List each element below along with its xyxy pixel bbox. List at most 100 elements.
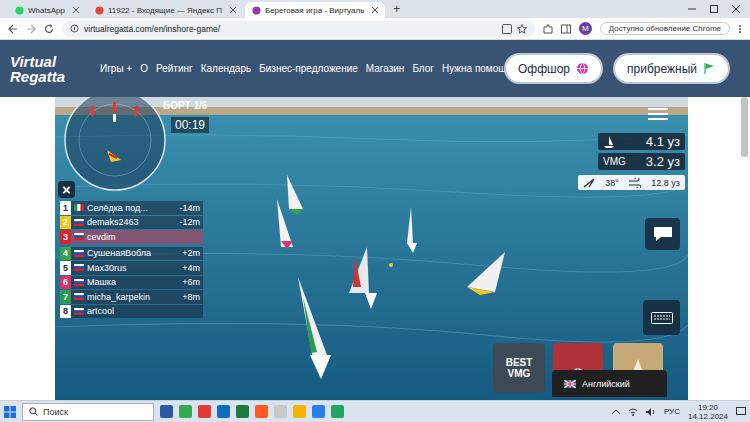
taskbar: Поиск РУС 19:2014.12.2024 bbox=[0, 400, 750, 422]
best-vmg-button[interactable]: BEST VMG bbox=[493, 343, 545, 393]
nav-item[interactable]: Игры + bbox=[100, 63, 132, 74]
taskbar-app-icon[interactable] bbox=[217, 405, 230, 418]
window-controls bbox=[688, 5, 750, 13]
vmg-readout: VMG3.2 уз bbox=[598, 153, 685, 170]
taskbar-app-icon[interactable] bbox=[331, 405, 344, 418]
close-icon[interactable] bbox=[73, 7, 79, 13]
close-icon[interactable] bbox=[372, 7, 378, 13]
maximize-icon[interactable] bbox=[710, 5, 718, 13]
russia-flag-icon bbox=[74, 293, 84, 300]
taskbar-app-icon[interactable] bbox=[198, 405, 211, 418]
close-leaderboard-button[interactable]: × bbox=[58, 181, 75, 198]
wifi-icon[interactable] bbox=[628, 408, 638, 416]
forward-icon[interactable] bbox=[26, 24, 36, 34]
language-label[interactable]: Английский bbox=[582, 379, 630, 389]
rank-badge: 1 bbox=[60, 201, 71, 215]
taskbar-search[interactable]: Поиск bbox=[22, 403, 154, 421]
mode-button[interactable]: Оффшор bbox=[504, 53, 603, 84]
player-name: artcool bbox=[87, 306, 200, 316]
clock-time[interactable]: 19:20 bbox=[698, 403, 718, 412]
keyboard-button[interactable] bbox=[643, 300, 680, 335]
input-language[interactable]: РУС bbox=[664, 407, 680, 416]
race-timer: 00:19 bbox=[171, 117, 209, 133]
back-icon[interactable] bbox=[8, 24, 18, 34]
volume-icon[interactable] bbox=[646, 408, 656, 416]
leaderboard-row[interactable]: 6Машка+6m bbox=[60, 276, 203, 290]
nav-item[interactable]: Бизнес-предложение bbox=[259, 63, 358, 74]
browser-tab[interactable]: Береговая игра - Виртуаль bbox=[245, 2, 385, 18]
close-icon[interactable] bbox=[230, 7, 236, 13]
language-popup[interactable]: Английский bbox=[552, 370, 667, 397]
taskbar-app-icon[interactable] bbox=[274, 405, 287, 418]
leaderboard-row[interactable]: 7micha_karpekin+8m bbox=[60, 290, 203, 304]
menu-dots-icon[interactable] bbox=[738, 24, 742, 34]
keyboard-icon bbox=[651, 312, 673, 324]
search-icon bbox=[29, 407, 38, 416]
mode-switch: Оффшор прибрежный bbox=[504, 53, 730, 84]
mode-button[interactable]: прибрежный bbox=[613, 53, 730, 84]
close-window-icon[interactable] bbox=[732, 5, 740, 13]
favicon-icon bbox=[252, 6, 261, 15]
update-button[interactable]: Доступно обновление Chrome bbox=[600, 22, 730, 35]
best-vmg-label[interactable]: BEST VMG bbox=[497, 357, 541, 379]
russia-flag-icon bbox=[74, 233, 84, 240]
distance-gap: +4m bbox=[182, 263, 200, 273]
leaderboard-row[interactable]: 3cevdim bbox=[60, 230, 203, 244]
mode-label[interactable]: прибрежный bbox=[627, 62, 697, 76]
rank-badge: 6 bbox=[60, 276, 71, 290]
chat-button[interactable] bbox=[645, 218, 680, 250]
sidebar-icon[interactable] bbox=[561, 24, 571, 34]
profile-avatar[interactable]: M bbox=[579, 22, 592, 35]
reload-icon[interactable] bbox=[44, 24, 54, 34]
bookmark-star-icon[interactable] bbox=[517, 24, 527, 34]
menu-icon[interactable] bbox=[648, 107, 668, 121]
translate-icon[interactable] bbox=[502, 24, 512, 34]
mode-label[interactable]: Оффшор bbox=[518, 62, 570, 76]
leaderboard-row[interactable]: 2demaks2463-12m bbox=[60, 216, 203, 230]
taskbar-app-icon[interactable] bbox=[255, 405, 268, 418]
nav-item[interactable]: Магазин bbox=[366, 63, 405, 74]
leg-counter: БОРТ 1/6 bbox=[163, 100, 207, 111]
taskbar-app-icon[interactable] bbox=[160, 405, 173, 418]
minimize-icon[interactable] bbox=[688, 5, 696, 13]
nav-item[interactable]: О bbox=[140, 63, 148, 74]
new-tab-button[interactable]: + bbox=[387, 2, 406, 16]
player-name: micha_karpekin bbox=[87, 292, 179, 302]
chat-icon bbox=[653, 226, 673, 242]
nav-item[interactable]: Блог bbox=[412, 63, 434, 74]
leaderboard: 1Селёдка под...-14m2demaks2463-12m3cevdi… bbox=[60, 201, 203, 318]
game-view[interactable]: БОРТ 1/6 00:19 × 1Селёдка под...-14m2demaks… bbox=[55, 97, 688, 400]
search-placeholder[interactable]: Поиск bbox=[43, 407, 68, 417]
nav-item[interactable]: Календарь bbox=[201, 63, 251, 74]
rank-badge: 2 bbox=[60, 216, 71, 230]
speed-value: 4.1 уз bbox=[646, 134, 680, 149]
taskbar-app-icon[interactable] bbox=[179, 405, 192, 418]
taskbar-app-icon[interactable] bbox=[293, 405, 306, 418]
windows-start-icon[interactable] bbox=[4, 406, 16, 418]
browser-tab[interactable]: WhatsApp bbox=[8, 2, 86, 18]
leaderboard-row[interactable]: 5Max30rus+4m bbox=[60, 261, 203, 275]
browser-tab[interactable]: 11922 - Входящие — Яндекс П bbox=[88, 2, 243, 18]
wind-speed: 12.8 уз bbox=[651, 178, 680, 188]
extensions-icon[interactable] bbox=[543, 24, 553, 34]
url-text[interactable]: virtualregatta.com/en/inshore-game/ bbox=[84, 24, 220, 34]
notifications-icon[interactable] bbox=[736, 407, 746, 416]
site-info-icon[interactable] bbox=[70, 24, 79, 33]
globe-icon bbox=[576, 62, 589, 75]
clock[interactable]: 19:2014.12.2024 bbox=[688, 403, 728, 421]
site-logo[interactable]: Virtual Regatta bbox=[10, 54, 90, 84]
taskbar-app-icon[interactable] bbox=[236, 405, 249, 418]
tray-arrow-icon[interactable] bbox=[612, 409, 620, 415]
nav-item[interactable]: Рейтинг bbox=[156, 63, 193, 74]
leaderboard-row[interactable]: 1Селёдка под...-14m bbox=[60, 201, 203, 215]
leaderboard-row[interactable]: 8artcool bbox=[60, 305, 203, 319]
favicon-icon bbox=[95, 6, 104, 15]
taskbar-app-icon[interactable] bbox=[312, 405, 325, 418]
clock-date[interactable]: 14.12.2024 bbox=[688, 412, 728, 421]
leaderboard-row[interactable]: 4СушенаяВобла+2m bbox=[60, 247, 203, 261]
scrollbar[interactable] bbox=[741, 97, 748, 157]
url-field[interactable]: virtualregatta.com/en/inshore-game/ bbox=[62, 21, 535, 37]
distance-gap: +6m bbox=[182, 277, 200, 287]
address-bar: virtualregatta.com/en/inshore-game/M Дост… bbox=[0, 18, 750, 40]
vmg-value: 3.2 уз bbox=[646, 154, 680, 169]
